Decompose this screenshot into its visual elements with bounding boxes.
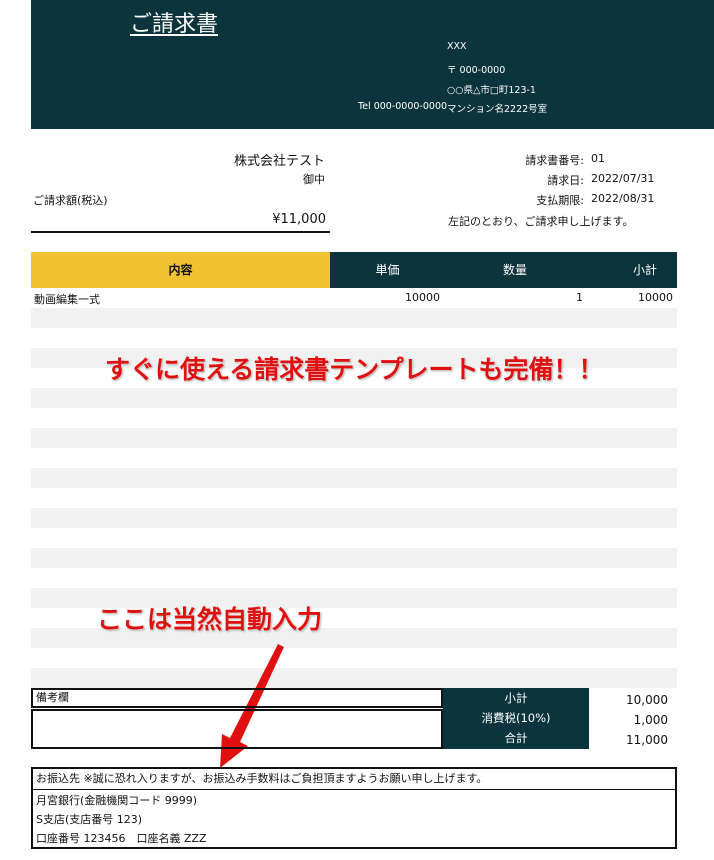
invoice-header: ご請求書 XXX 〒 000-0000 ○○県△市□町123-1 Tel 000…	[31, 0, 714, 129]
col-header-qty: 数量	[502, 263, 527, 277]
client-name: 株式会社テスト	[233, 154, 325, 169]
total-value: 11,000	[626, 733, 668, 747]
subtotal-value: 10,000	[626, 693, 668, 707]
table-row	[31, 548, 677, 568]
amount-underline	[31, 231, 330, 233]
amount-label: ご請求額(税込)	[33, 194, 108, 207]
total-label: 合計	[504, 731, 528, 745]
table-row	[31, 488, 677, 508]
notes-field[interactable]	[31, 709, 443, 749]
row-item: 動画編集一式	[34, 293, 100, 306]
table-row	[31, 388, 677, 408]
row-qty: 1	[576, 291, 583, 304]
address-line1: ○○県△市□町123-1	[447, 85, 536, 96]
bank-name: 月宮銀行(金融機関コード 9999)	[36, 794, 198, 807]
col-header-item: 内容	[31, 252, 330, 288]
invoice-no: 01	[591, 152, 605, 165]
row-subtotal: 10000	[638, 291, 673, 304]
tax-label: 消費税(10%)	[481, 711, 551, 725]
invoice-no-label: 請求書番号:	[525, 154, 584, 167]
invoice-title: ご請求書	[130, 12, 219, 37]
bank-branch: S支店(支店番号 123)	[36, 813, 143, 826]
client-honorific: 御中	[303, 173, 325, 186]
summary-labels: 小計 消費税(10%) 合計	[443, 688, 589, 749]
table-row	[31, 448, 677, 468]
table-row	[31, 468, 677, 488]
amount-due: ¥11,000	[272, 212, 326, 227]
table-row	[31, 328, 677, 348]
col-header-subtotal: 小計	[632, 263, 657, 277]
bank-header: お振込先 ※誠に恐れ入りますが、お振込み手数料はご負担頂ますようお願い申し上げま…	[33, 769, 675, 790]
annotation-auto-input: ここは当然自動入力	[97, 605, 323, 634]
table-row	[31, 528, 677, 548]
date-label: 請求日:	[547, 174, 584, 187]
bank-info-box: お振込先 ※誠に恐れ入りますが、お振込み手数料はご負担頂ますようお願い申し上げま…	[31, 767, 677, 849]
due-label: 支払期限:	[536, 194, 584, 207]
invoice-message: 左記のとおり、ご請求申し上げます。	[448, 215, 634, 228]
bank-account: 口座番号 123456 口座名義 ZZZ	[36, 832, 207, 845]
table-row	[31, 568, 677, 588]
table-row	[31, 428, 677, 448]
table-row	[31, 668, 677, 688]
tel: Tel 000-0000-0000	[358, 101, 448, 112]
subtotal-label: 小計	[504, 691, 528, 705]
notes-label: 備考欄	[31, 688, 443, 708]
address-line2: マンション名2222号室	[447, 104, 548, 115]
annotation-template: すぐに使える請求書テンプレートも完備！！	[105, 355, 604, 384]
company-name: XXX	[447, 41, 467, 52]
postal-code: 〒 000-0000	[447, 65, 506, 76]
invoice-date: 2022/07/31	[591, 172, 655, 185]
table-row	[31, 408, 677, 428]
tax-value: 1,000	[633, 713, 668, 727]
col-header-price: 単価	[375, 263, 400, 277]
due-date: 2022/08/31	[591, 192, 655, 205]
table-row	[31, 308, 677, 328]
table-row	[31, 648, 677, 668]
row-price: 10000	[405, 291, 440, 304]
table-row	[31, 508, 677, 528]
summary-values: 10,000 1,000 11,000	[590, 690, 668, 750]
